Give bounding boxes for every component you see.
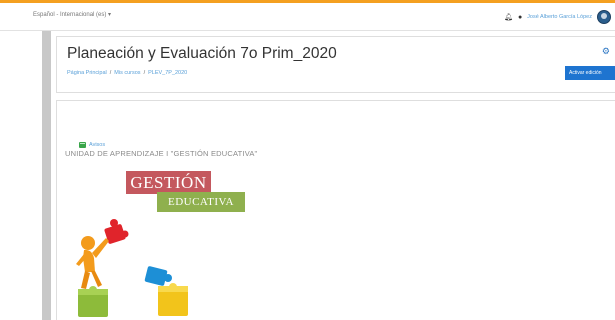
activity-forum[interactable]: Avisos bbox=[79, 142, 105, 148]
blue-puzzle-piece bbox=[144, 266, 172, 286]
bell-icon[interactable]: 🔔︎ bbox=[504, 14, 513, 21]
breadcrumb-separator: / bbox=[109, 70, 112, 76]
breadcrumb-separator: / bbox=[143, 70, 146, 76]
banner-gestion: GESTIÓN bbox=[126, 171, 211, 194]
breadcrumb-my-courses[interactable]: Mis cursos bbox=[114, 70, 140, 76]
forum-icon bbox=[79, 142, 86, 148]
orange-figure bbox=[76, 236, 109, 289]
avatar[interactable] bbox=[597, 10, 611, 24]
breadcrumb-course[interactable]: PLEV_7P_2020 bbox=[148, 70, 187, 76]
gear-icon[interactable]: ⚙ bbox=[602, 46, 610, 57]
language-menu[interactable]: Español - Internacional (es) ▾ bbox=[33, 11, 111, 18]
chat-bubble-icon[interactable]: ● bbox=[518, 14, 522, 21]
edit-mode-button[interactable]: Activar edición bbox=[565, 66, 615, 80]
drawer-rail[interactable] bbox=[42, 31, 51, 320]
user-menu-name[interactable]: José Alberto García López bbox=[527, 14, 592, 20]
page-header: Planeación y Evaluación 7o Prim_2020 Pág… bbox=[56, 36, 615, 93]
banner-educativa: EDUCATIVA bbox=[157, 192, 245, 212]
top-navbar: Español - Internacional (es) ▾ 🔔︎ ● José… bbox=[0, 3, 615, 31]
user-nav: 🔔︎ ● José Alberto García López bbox=[504, 7, 611, 27]
breadcrumb-home[interactable]: Página Principal bbox=[67, 70, 107, 76]
puzzle-figure-illustration bbox=[76, 219, 188, 317]
green-puzzle-piece bbox=[78, 286, 108, 317]
page-title: Planeación y Evaluación 7o Prim_2020 bbox=[67, 45, 337, 62]
yellow-puzzle-piece bbox=[158, 283, 188, 316]
activity-label[interactable]: Avisos bbox=[89, 142, 105, 148]
section-title: UNIDAD DE APRENDIZAJE I "GESTIÓN EDUCATI… bbox=[65, 149, 258, 158]
breadcrumb: Página Principal / Mis cursos / PLEV_7P_… bbox=[67, 70, 187, 76]
